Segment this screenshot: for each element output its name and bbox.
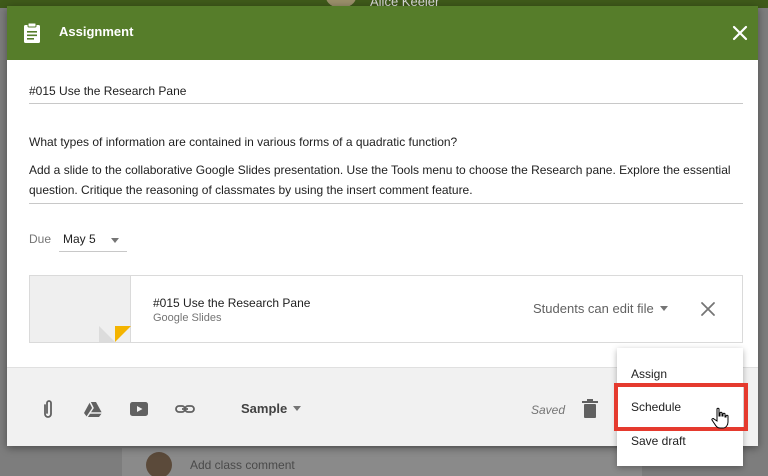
- close-icon[interactable]: [729, 22, 751, 44]
- youtube-icon[interactable]: [128, 398, 150, 420]
- dialog-header: Assignment: [7, 6, 758, 60]
- paperclip-icon[interactable]: [37, 398, 59, 420]
- chevron-down-icon: [293, 406, 302, 412]
- clipboard-icon: [24, 22, 40, 43]
- description-instructions: Add a slide to the collaborative Google …: [29, 163, 731, 197]
- permission-value: Students can edit file: [533, 301, 654, 316]
- class-select[interactable]: Sample: [241, 400, 302, 418]
- chevron-down-icon: [659, 306, 668, 312]
- attachment-info: #015 Use the Research Pane Google Slides…: [131, 276, 742, 342]
- permission-select[interactable]: Students can edit file: [533, 300, 668, 318]
- due-label: Due: [29, 232, 52, 246]
- background-comment-placeholder: Add class comment: [190, 458, 295, 472]
- assignment-title-field[interactable]: #015 Use the Research Pane: [29, 84, 743, 104]
- attachment-type: Google Slides: [153, 312, 222, 324]
- trash-icon[interactable]: [581, 398, 599, 420]
- assignment-title-text: #015 Use the Research Pane: [29, 84, 187, 98]
- drive-icon[interactable]: [82, 398, 104, 420]
- dialog-title: Assignment: [59, 24, 134, 39]
- attachment-title: #015 Use the Research Pane: [153, 296, 311, 310]
- background-comment-avatar: [146, 452, 172, 476]
- save-status: Saved: [531, 403, 566, 417]
- hand-pointer-icon: [711, 407, 729, 429]
- attachment-card[interactable]: #015 Use the Research Pane Google Slides…: [29, 275, 743, 343]
- class-select-value: Sample: [241, 401, 288, 416]
- remove-attachment-icon[interactable]: [699, 300, 717, 318]
- description-question: What types of information are contained …: [29, 135, 458, 149]
- attachment-thumbnail: [30, 276, 131, 342]
- slides-corner-icon: [115, 326, 131, 342]
- thumbnail-fold: [99, 326, 115, 342]
- chevron-down-icon: [111, 238, 119, 243]
- assignment-description-field[interactable]: What types of information are contained …: [29, 132, 743, 204]
- due-date-value: May 5: [63, 232, 96, 246]
- link-icon[interactable]: [174, 398, 196, 420]
- due-date-select[interactable]: May 5: [59, 228, 127, 252]
